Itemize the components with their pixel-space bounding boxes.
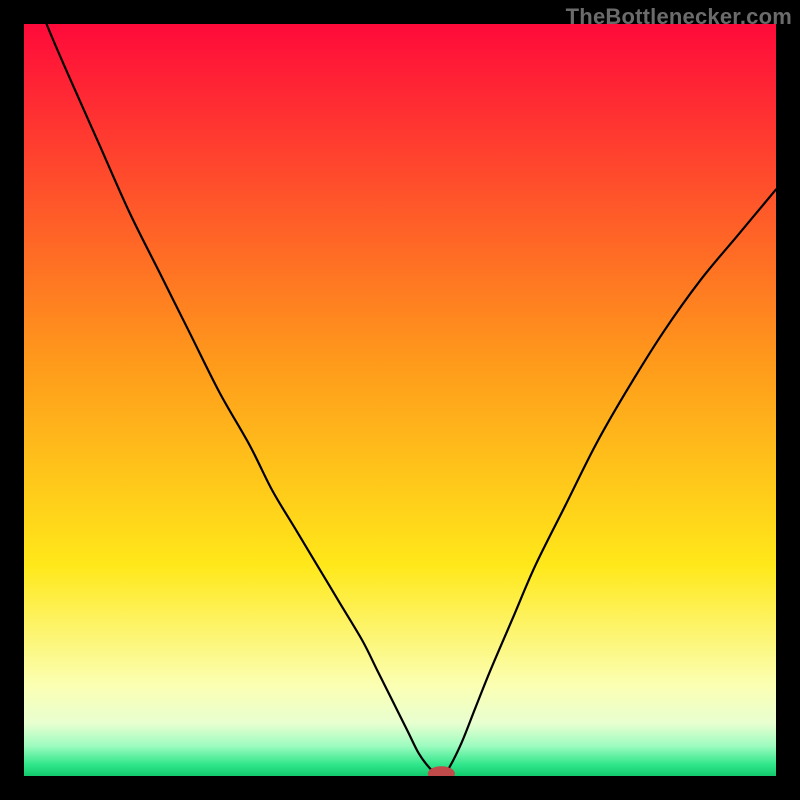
gradient-background: [24, 24, 776, 776]
plot-area: [24, 24, 776, 776]
bottleneck-chart: [24, 24, 776, 776]
chart-stage: TheBottlenecker.com: [0, 0, 800, 800]
